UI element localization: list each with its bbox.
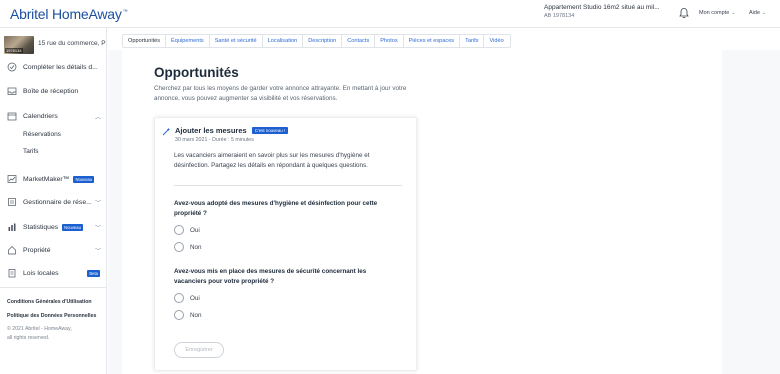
tab-health-safety[interactable]: Santé et sécurité [210,35,263,47]
property-address-item[interactable]: 1978134 15 rue du commerce, P [0,33,107,55]
house-icon [8,246,16,255]
law-icon [8,269,16,278]
sidebar-item-complete-details[interactable]: Compléter les détails d... [0,59,107,75]
card-meta: 30 mars 2021 - Durée : 5 minutes [175,137,254,143]
chevron-down-icon: ﹀ [94,248,101,255]
tab-contacts[interactable]: Contacts [342,35,376,47]
tab-video[interactable]: Vidéo [484,35,509,47]
sidebar-subitem-rates[interactable]: Tarifs [23,148,39,155]
booking-icon [8,198,16,206]
sidebar-item-property[interactable]: Propriété ﹀ [0,242,107,258]
chevron-up-icon: ︿ [94,114,101,121]
radio-label: Non [190,243,202,251]
terms-link[interactable]: Conditions Générales d'Utilisation [7,299,92,305]
tab-description[interactable]: Description [303,35,343,47]
chevron-down-icon: ⌄ [762,10,767,16]
tab-amenities[interactable]: Équipements [166,35,210,47]
tab-rates[interactable]: Tarifs [460,35,485,47]
radio-hygiene-yes[interactable]: Oui [174,225,200,235]
radio-button[interactable] [174,242,184,252]
radio-button[interactable] [174,225,184,235]
account-menu[interactable]: Mon compte ⌄ [699,10,735,16]
checklist-icon [7,62,17,72]
sidebar-item-label: Propriété [23,246,51,254]
rights-text: all rights reserved. [7,335,50,341]
tab-photos[interactable]: Photos [375,35,404,47]
account-label: Mon compte [699,10,730,16]
sidebar-item-booking-manager[interactable]: Gestionnaire de rése... ﹀ [0,194,107,210]
page-intro: Cherchez par tous les moyens de garder v… [154,85,407,102]
radio-button[interactable] [174,293,184,303]
help-label: Aide [749,10,761,16]
sidebar-item-label: Statistiques [23,223,59,231]
listing-tabs: Opportunités Équipements Santé et sécuri… [122,34,511,48]
sidebar-item-inbox[interactable]: Boîte de réception [0,83,107,99]
card-title: Ajouter les mesures C'est nouveau ! [175,126,289,135]
chevron-down-icon: ⌄ [731,10,736,16]
radio-hygiene-no[interactable]: Non [174,242,202,252]
card-description: Les vacanciers aimeraient en savoir plus… [174,152,370,169]
chart-icon [7,175,17,183]
sidebar-item-label: MarketMaker™ [23,175,70,183]
property-selector[interactable]: Appartement Studio 16m2 situé au mil... … [544,4,669,19]
sidebar-item-label: Boîte de réception [23,87,79,95]
abritel-logo[interactable]: Abritel HomeAway™ [10,6,128,22]
chevron-down-icon: ﹀ [94,225,101,232]
radio-security-no[interactable]: Non [174,310,202,320]
property-name: Appartement Studio 16m2 situé au mil... [544,4,660,11]
save-button[interactable]: Enregistrer [174,342,224,358]
sidebar-item-statistics[interactable]: Statistiques Nouveau ﹀ [0,219,107,235]
tab-location[interactable]: Localisation [263,35,304,47]
new-badge: Nouveau [62,223,83,231]
top-bar: Abritel HomeAway™ Appartement Studio 16m… [0,0,780,28]
page-title: Opportunités [154,65,239,80]
help-menu[interactable]: Aide ⌄ [749,10,766,16]
radio-label: Oui [190,294,200,302]
sidebar-item-label: Lois locales [23,269,59,277]
question-security: Avez-vous mis en place des mesures de sé… [174,268,367,285]
sidebar-item-calendars[interactable]: Calendriers ︿ [0,108,107,124]
radio-label: Non [190,311,202,319]
magic-wand-icon [162,127,171,136]
tab-opportunities[interactable]: Opportunités [123,35,167,47]
sidebar: 1978134 15 rue du commerce, P Compléter … [0,28,107,374]
logo-text: Abritel HomeAway [10,6,122,22]
logo-mark: ™ [122,9,128,16]
question-hygiene: Avez-vous adopté des mesures d'hygiène e… [174,200,378,217]
beta-badge: Beta [87,269,100,277]
privacy-link[interactable]: Politique des Données Personnelles [7,313,96,319]
sidebar-item-label: Compléter les détails d... [23,63,98,71]
thumbnail-tag: 1978134 [5,48,23,53]
card-divider [174,185,402,186]
chevron-down-icon: ﹀ [94,200,101,207]
card-title-text: Ajouter les mesures [175,126,247,135]
tab-rooms-spaces[interactable]: Pièces et espaces [404,35,461,47]
property-id: AB 1978134 [544,13,575,19]
sidebar-divider [0,287,107,288]
sidebar-item-local-laws[interactable]: Lois locales Beta [0,265,107,281]
calendar-icon [7,112,17,121]
radio-label: Oui [190,226,200,234]
radio-security-yes[interactable]: Oui [174,293,200,303]
bell-icon[interactable] [678,7,690,19]
sidebar-item-label: Calendriers [23,112,58,120]
sidebar-item-label: Gestionnaire de rése... [23,198,92,206]
property-address: 15 rue du commerce, P [38,40,106,47]
new-badge: C'est nouveau ! [251,127,289,134]
opportunity-card: Ajouter les mesures C'est nouveau ! 30 m… [154,117,417,371]
inbox-icon [7,87,17,95]
bar-chart-icon [8,223,16,231]
property-thumbnail: 1978134 [4,36,34,54]
sidebar-item-marketmaker[interactable]: MarketMaker™ Nouveau [0,171,107,187]
sidebar-subitem-reservations[interactable]: Réservations [23,131,61,138]
new-badge: Nouveau [73,175,95,183]
copyright-text: © 2021 Abritel - HomeAway, [7,326,72,332]
radio-button[interactable] [174,310,184,320]
